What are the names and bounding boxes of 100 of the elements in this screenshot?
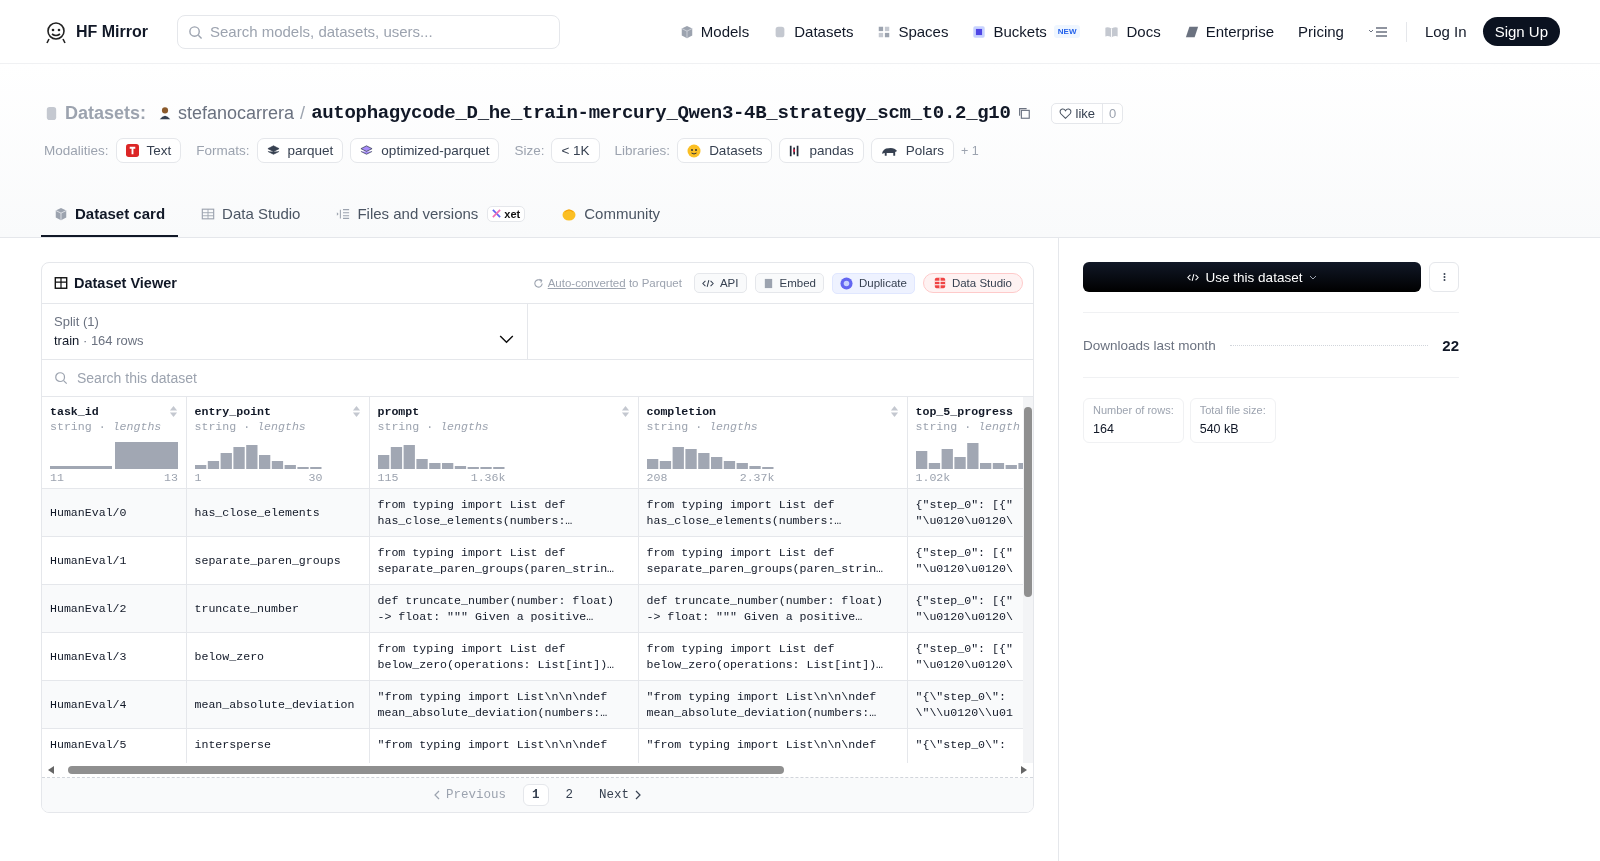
viewer-button[interactable]: API	[693, 273, 747, 293]
section-label: Datasets:	[65, 102, 147, 124]
table-icon	[54, 276, 68, 290]
dataset-name[interactable]: autophagycode_D_he_train-mercury_Qwen3-4B_strategy_scm_t0.2_g10	[311, 102, 1011, 124]
table-cell: has_close_elements	[194, 504, 320, 521]
layers-icon	[360, 144, 374, 157]
nav-link[interactable]: Buckets NEW	[972, 23, 1081, 40]
column-header[interactable]: prompt string · lengths 115 1.36k	[369, 397, 638, 489]
avatar-icon	[158, 106, 173, 120]
tab[interactable]: Data Studio	[188, 195, 314, 237]
tab[interactable]: Community	[548, 195, 674, 237]
nav-link[interactable]: Pricing	[1298, 23, 1344, 40]
column-header[interactable]: completion string · lengths 208 2.37k	[638, 397, 907, 489]
pagination-link[interactable]: 1	[523, 784, 549, 806]
viewer-button[interactable]: Embed	[754, 273, 824, 293]
logo-icon[interactable]	[44, 19, 68, 44]
pagination-link[interactable]: Next	[590, 784, 651, 806]
tag-group-label: Size:	[514, 143, 545, 158]
table-cell: {"step_0": [{" "\u0120\u0120\	[915, 544, 1013, 577]
tag-chip[interactable]: Datasets	[677, 138, 773, 163]
sort-icon[interactable]	[889, 405, 899, 418]
signup-button[interactable]: Sign Up	[1482, 17, 1560, 46]
split-dropdown[interactable]: Split (1) train · 164 rows	[42, 304, 528, 359]
card-icon	[1184, 24, 1199, 39]
cube-icon	[679, 24, 694, 39]
nav-link[interactable]: Datasets	[773, 23, 854, 40]
search-field[interactable]: Search models, datasets, users...	[177, 14, 560, 49]
table-cell: {"step_0": [{" "\u0120\u0120\	[915, 640, 1013, 673]
login-link[interactable]: Log In	[1424, 23, 1467, 40]
tag-chip[interactable]: Text	[115, 138, 182, 163]
table-cell: separate_paren_groups	[194, 552, 341, 569]
menu-icon[interactable]	[1367, 25, 1388, 38]
book-icon	[1104, 24, 1120, 39]
nav-link[interactable]: Spaces	[877, 23, 949, 40]
tab[interactable]: Files and versions xet	[323, 195, 539, 237]
scroll-left-icon[interactable]	[48, 766, 54, 774]
code-icon	[1186, 271, 1199, 283]
table-cell: from typing import List def separate_paren_groups(paren_strin…	[377, 544, 615, 577]
chevron-right-icon	[635, 790, 642, 800]
table-cell: "from typing import List\n\n\ndef	[377, 737, 608, 753]
viewer-button[interactable]: Duplicate	[831, 272, 915, 294]
tag-chip[interactable]: pandas	[779, 138, 864, 163]
sort-icon[interactable]	[168, 405, 178, 418]
table-cell: HumanEval/4	[50, 696, 127, 713]
viewer-button[interactable]: Data Studio	[922, 273, 1023, 293]
column-header[interactable]: entry_point string · lengths 1 30	[186, 397, 369, 489]
table-cell: from typing import List def below_zero(operations: List[int])…	[377, 640, 615, 673]
tag-chip[interactable]: optimized-parquet	[350, 138, 500, 163]
table-cell: below_zero	[194, 648, 265, 665]
path-separator: /	[300, 102, 306, 124]
downloads-label: Downloads last month	[1083, 337, 1216, 353]
vertical-scrollbar[interactable]	[1023, 397, 1033, 763]
tag-chip[interactable]: Polars	[870, 138, 954, 163]
tag-group-label: Libraries:	[614, 143, 671, 158]
text-icon	[125, 144, 139, 157]
table-cell: {"step_0": [{" "\u0120\u0120\	[915, 592, 1013, 625]
tab[interactable]: Dataset card	[41, 195, 179, 237]
xet-badge: xet	[487, 205, 526, 222]
sort-icon[interactable]	[620, 405, 630, 418]
tag-chip[interactable]: < 1K	[551, 138, 600, 163]
table-cell: HumanEval/3	[50, 648, 127, 665]
tag-group-label: Formats:	[196, 143, 250, 158]
nav-link[interactable]: Docs	[1104, 23, 1161, 40]
table-cell: "{\"step_0\":	[915, 737, 1006, 753]
owner-link[interactable]: stefanocarrera	[178, 102, 295, 124]
chevron-left-icon	[433, 790, 440, 800]
table-icon	[201, 206, 216, 221]
table-cell: def truncate_number(number: float) -> float: """ Given a positive…	[377, 592, 615, 625]
max-length: 30	[308, 471, 323, 484]
caret-icon	[1309, 274, 1318, 280]
table-cell: from typing import List def below_zero(operations: List[int])…	[646, 640, 884, 673]
brand-name[interactable]: HF Mirror	[76, 22, 148, 41]
code-icon	[701, 277, 714, 289]
table-cell: from typing import List def has_close_elements(numbers:…	[377, 496, 573, 529]
column-header[interactable]: task_id string · lengths 11 13	[42, 397, 186, 489]
max-length: 13	[164, 471, 178, 484]
heart-icon	[1058, 106, 1072, 120]
dots-icon	[1442, 272, 1446, 282]
tag-group-label: Modalities:	[44, 143, 109, 158]
search-icon	[54, 371, 68, 385]
min-length: 208	[646, 471, 668, 484]
new-badge: NEW	[1053, 25, 1081, 38]
layers-icon	[266, 144, 280, 157]
downloads-count: 22	[1442, 336, 1459, 354]
sort-icon[interactable]	[351, 405, 361, 418]
smiley-icon	[687, 143, 702, 158]
copy-icon[interactable]	[1016, 106, 1031, 120]
like-button[interactable]: like 0	[1050, 102, 1124, 124]
database-icon	[44, 105, 59, 121]
use-dataset-button[interactable]: Use this dataset	[1083, 262, 1421, 292]
search-icon	[188, 24, 203, 40]
tag-chip[interactable]: parquet	[256, 138, 344, 163]
x-icon	[492, 209, 502, 218]
pagination-link[interactable]: 2	[556, 784, 582, 806]
square-icon	[972, 24, 987, 39]
table-cell: def truncate_number(number: float) -> float: """ Given a positive…	[646, 592, 884, 625]
nav-link[interactable]: Models	[679, 23, 750, 40]
table-cell: "from typing import List\n\n\ndef mean_absolute_deviation(numbers:…	[646, 688, 877, 721]
scroll-right-icon[interactable]	[1021, 766, 1027, 774]
nav-link[interactable]: Enterprise	[1184, 23, 1275, 40]
